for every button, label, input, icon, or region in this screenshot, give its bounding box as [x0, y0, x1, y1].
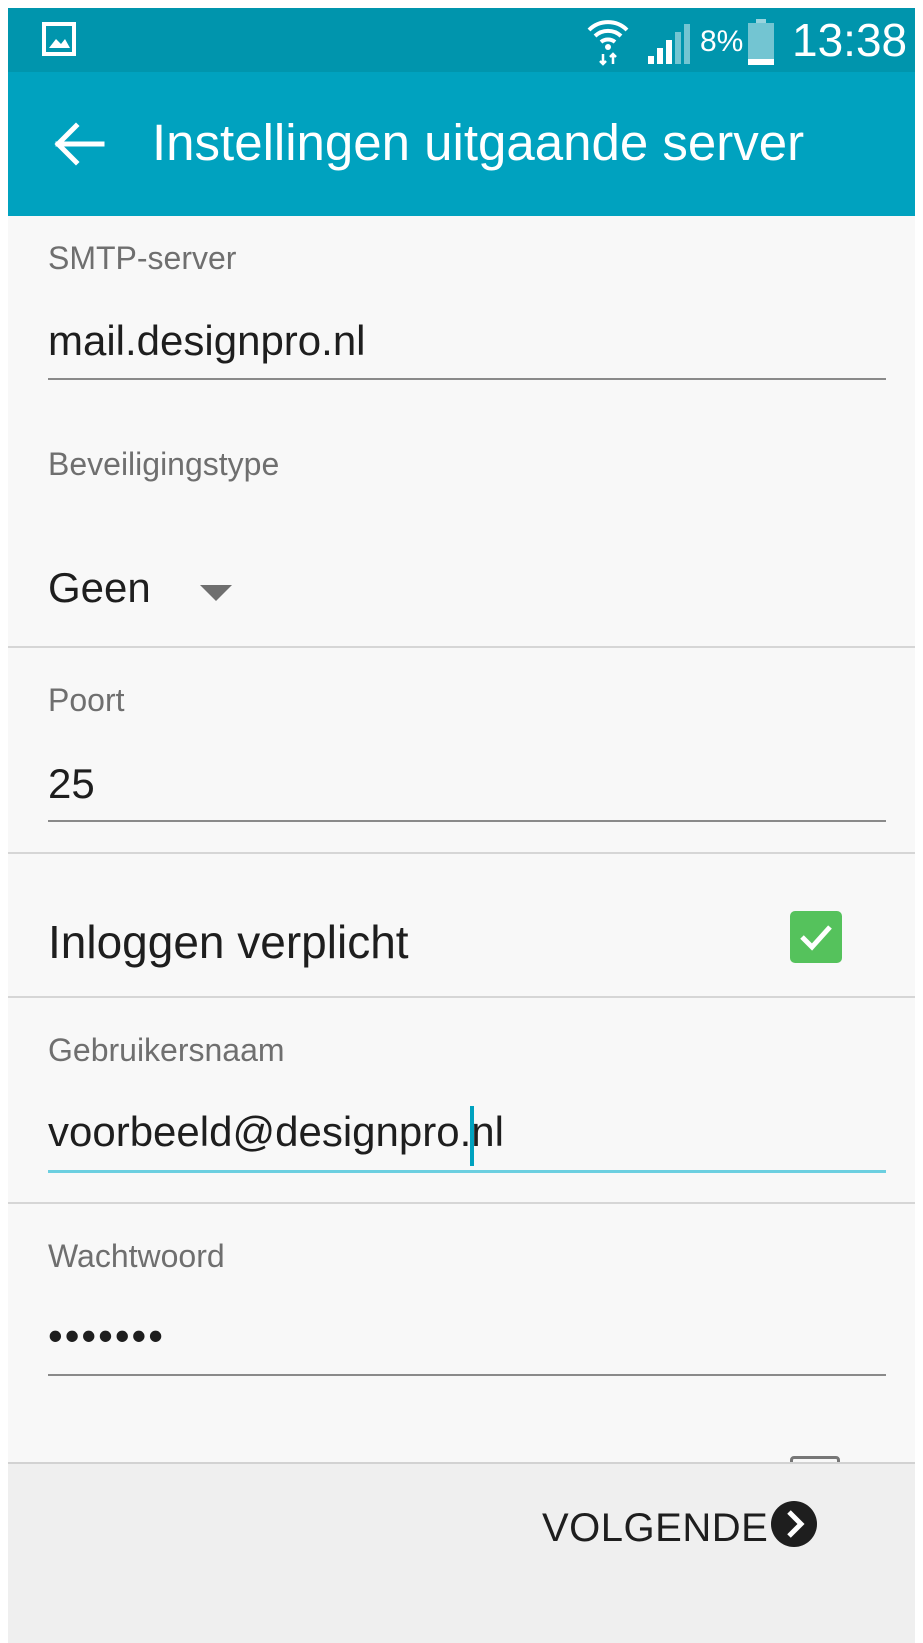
- back-arrow-icon[interactable]: [48, 112, 112, 176]
- smtp-server-label: SMTP-server: [48, 240, 237, 276]
- gallery-icon: [42, 22, 76, 56]
- screen: 8% 13:38 Instellingen uitgaande server S…: [8, 8, 915, 1643]
- port-input[interactable]: [48, 748, 886, 822]
- password-label: Wachtwoord: [48, 1238, 225, 1274]
- text-cursor: [470, 1106, 474, 1166]
- battery-percent: 8%: [700, 25, 744, 58]
- login-required-checkbox[interactable]: [790, 911, 842, 963]
- app-bar: Instellingen uitgaande server: [8, 72, 915, 216]
- username-input[interactable]: [48, 1094, 886, 1173]
- login-required-label: Inloggen verplicht: [48, 916, 409, 968]
- divider: [8, 1202, 915, 1204]
- next-button-label: VOLGENDE: [542, 1506, 769, 1550]
- divider: [8, 852, 915, 854]
- status-bar: 8% 13:38: [8, 8, 915, 72]
- clock: 13:38: [792, 14, 908, 66]
- next-button[interactable]: VOLGENDE: [528, 1486, 828, 1566]
- username-label: Gebruikersnaam: [48, 1032, 285, 1068]
- checkmark-icon: [800, 925, 832, 951]
- security-type-value: Geen: [48, 564, 151, 611]
- password-input[interactable]: [48, 1298, 886, 1376]
- dropdown-arrow-icon: [200, 585, 232, 601]
- battery-icon: [748, 19, 774, 65]
- security-type-label: Beveiligingstype: [48, 446, 280, 482]
- signal-icon: [648, 24, 690, 64]
- smtp-server-input[interactable]: [48, 304, 886, 380]
- chevron-right-circle-icon: [771, 1501, 817, 1547]
- security-type-dropdown[interactable]: Geen: [48, 553, 248, 623]
- divider: [8, 996, 915, 998]
- wifi-icon: [587, 20, 629, 66]
- port-label: Poort: [48, 682, 125, 718]
- bottom-bar: VOLGENDE: [8, 1462, 915, 1643]
- divider: [8, 646, 915, 648]
- page-title: Instellingen uitgaande server: [152, 114, 805, 171]
